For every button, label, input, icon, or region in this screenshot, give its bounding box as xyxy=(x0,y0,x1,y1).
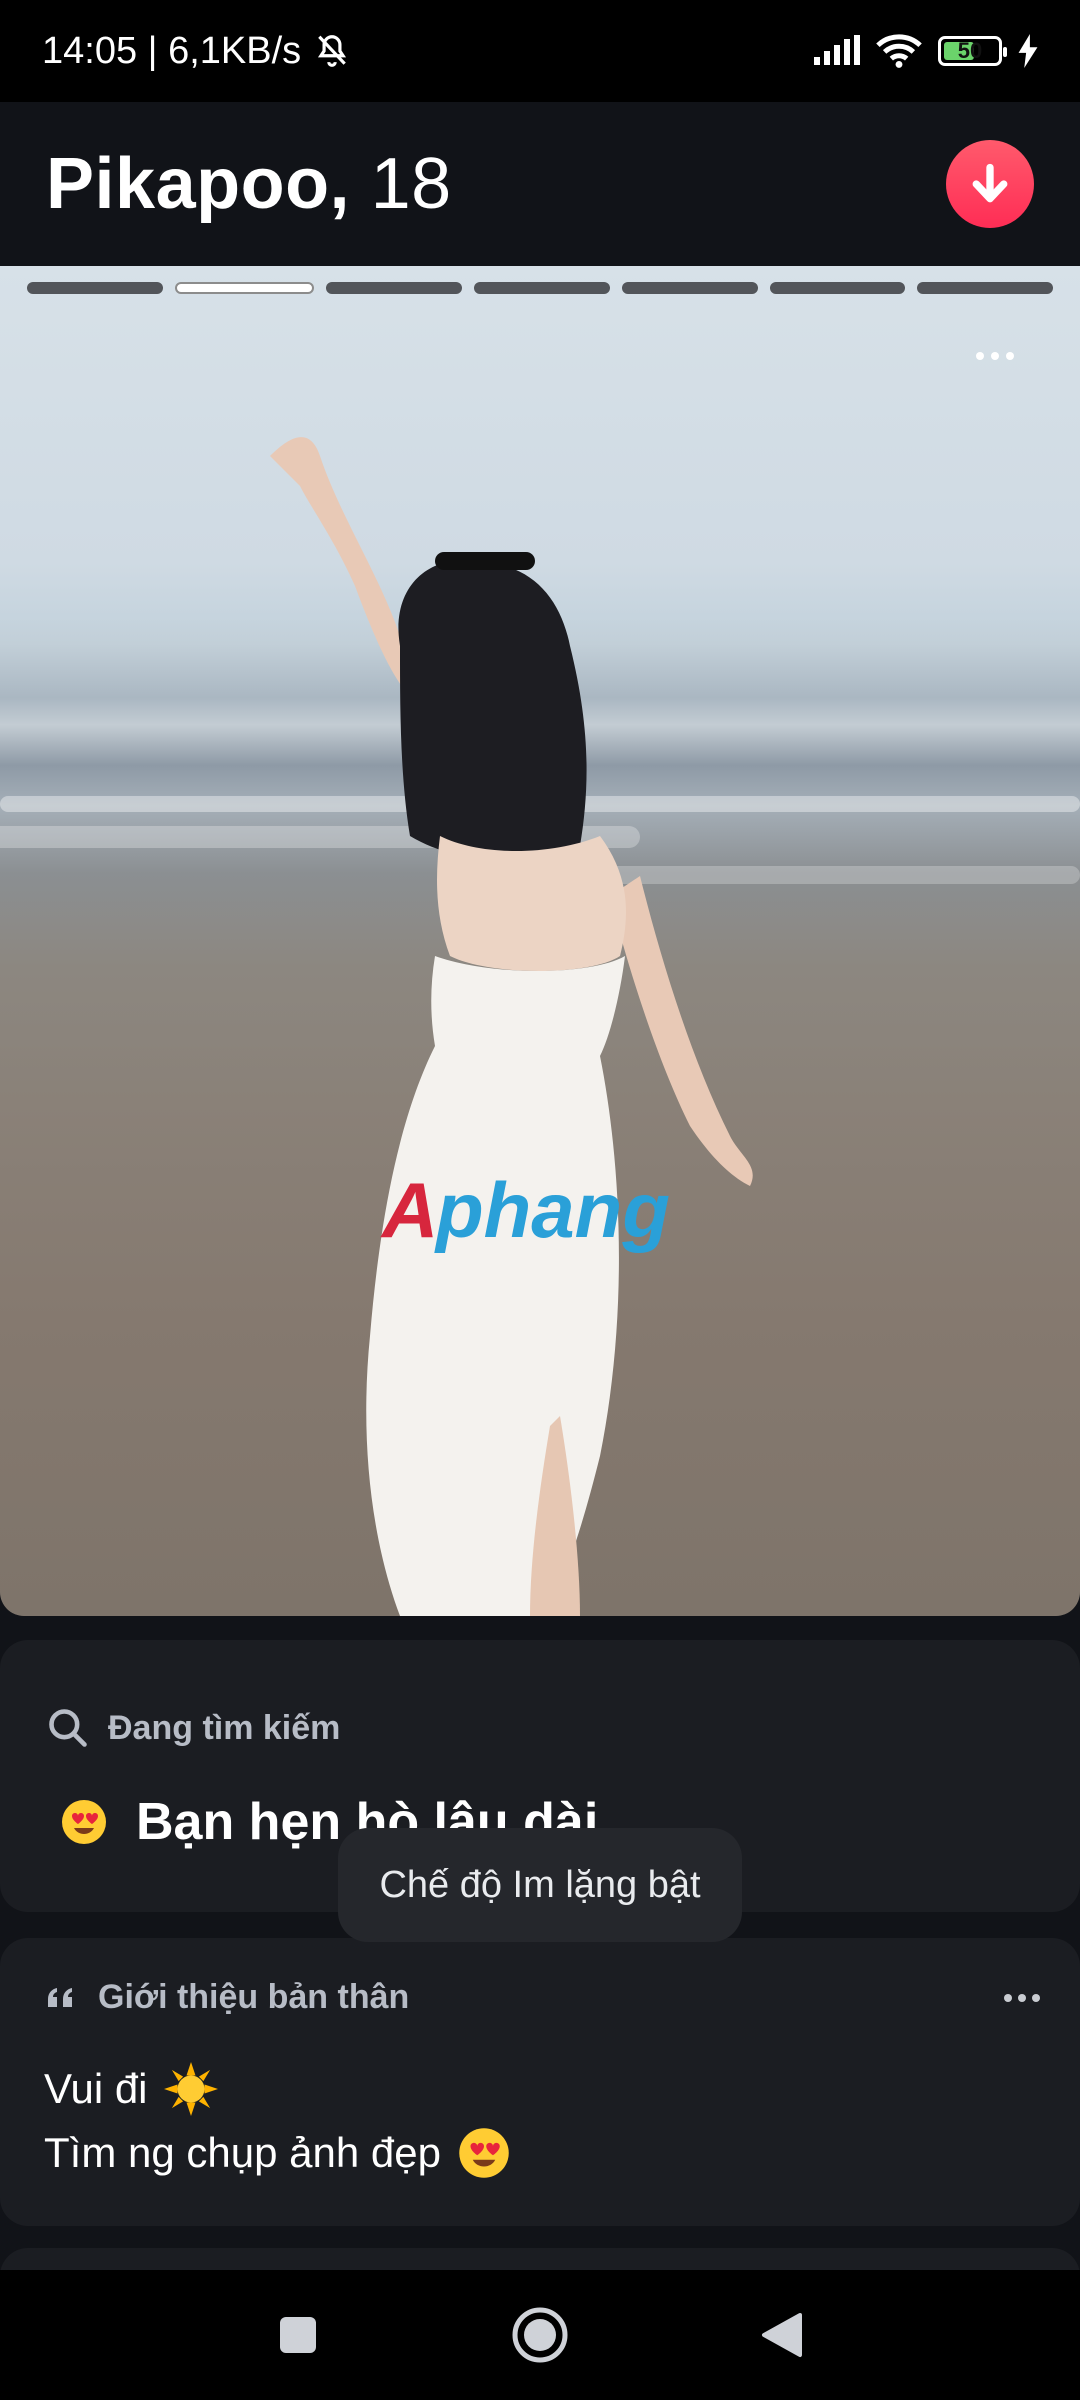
arrow-down-icon xyxy=(972,163,1008,203)
photo-indicator[interactable] xyxy=(769,282,906,294)
status-left: 14:05 | 6,1KB/s xyxy=(42,30,351,73)
about-label-text: Giới thiệu bản thân xyxy=(98,1978,410,2016)
signal-icon xyxy=(814,35,860,65)
photo-progress-bar xyxy=(27,282,1054,296)
profile-header: Pikapoo, 18 xyxy=(0,102,1080,266)
photo-indicator[interactable] xyxy=(917,282,1054,294)
photo-indicator[interactable] xyxy=(27,282,163,294)
status-time-speed: 14:05 | 6,1KB/s xyxy=(42,29,302,72)
profile-age: 18 xyxy=(370,144,452,224)
charging-icon xyxy=(1018,34,1038,68)
home-circle-icon xyxy=(512,2307,568,2363)
bio-line: Vui đi xyxy=(44,2062,218,2116)
svg-text:A: A xyxy=(380,1166,438,1254)
heart-eyes-emoji-icon xyxy=(459,2128,509,2178)
photo-indicator[interactable] xyxy=(474,282,610,294)
photo-indicator[interactable] xyxy=(621,282,758,294)
photo-indicator[interactable] xyxy=(326,282,463,294)
profile-name-age: Pikapoo, 18 xyxy=(46,143,452,225)
bio-line-1: Vui đi xyxy=(44,2065,148,2112)
recent-apps-button[interactable] xyxy=(268,2305,328,2365)
home-button[interactable] xyxy=(505,2300,575,2370)
toast-text: Chế độ Im lặng bật xyxy=(379,1863,701,1906)
back-triangle-icon xyxy=(761,2313,802,2357)
profile-photo[interactable]: A phang xyxy=(0,266,1080,1616)
back-button[interactable] xyxy=(752,2305,812,2365)
system-nav-bar xyxy=(0,2270,1080,2400)
about-more-icon[interactable] xyxy=(1004,1990,1048,2006)
svg-text:phang: phang xyxy=(434,1166,670,1254)
screen: 14:05 | 6,1KB/s 50 Pikapoo, 18 A phang Đ… xyxy=(0,0,1080,2400)
battery-icon: 50 xyxy=(938,36,1007,66)
photo-more-icon[interactable] xyxy=(976,346,1036,366)
quote-icon xyxy=(48,1987,72,2007)
status-bar: 14:05 | 6,1KB/s 50 xyxy=(0,0,1080,102)
status-right: 50 xyxy=(812,33,1038,69)
looking-for-label: Đang tìm kiếm xyxy=(46,1706,340,1750)
aphang-logo-icon: A phang xyxy=(380,1166,670,1254)
looking-for-label-text: Đang tìm kiếm xyxy=(108,1708,341,1747)
silent-mode-toast: Chế độ Im lặng bật xyxy=(338,1828,742,1942)
woman-figure-illustration xyxy=(270,437,753,1616)
about-card: Giới thiệu bản thân Vui đi Tìm ng chụp ả… xyxy=(0,1938,1080,2226)
photo-indicator-active[interactable] xyxy=(174,282,315,294)
watermark-logo: A phang xyxy=(378,1156,708,1266)
about-label: Giới thiệu bản thân xyxy=(46,1978,409,2017)
square-icon xyxy=(280,2317,317,2353)
battery-level: 50 xyxy=(957,38,983,63)
sun-emoji-icon xyxy=(163,2062,218,2116)
heart-eyes-emoji-icon xyxy=(62,1800,106,1844)
bio-line-2: Tìm ng chụp ảnh đẹp xyxy=(44,2129,441,2176)
collapse-profile-button[interactable] xyxy=(946,140,1034,228)
bell-off-icon xyxy=(318,35,347,67)
search-icon xyxy=(49,1709,87,1747)
wifi-icon xyxy=(876,34,922,68)
profile-name: Pikapoo, xyxy=(46,144,351,224)
bio-line: Tìm ng chụp ảnh đẹp xyxy=(44,2126,511,2180)
